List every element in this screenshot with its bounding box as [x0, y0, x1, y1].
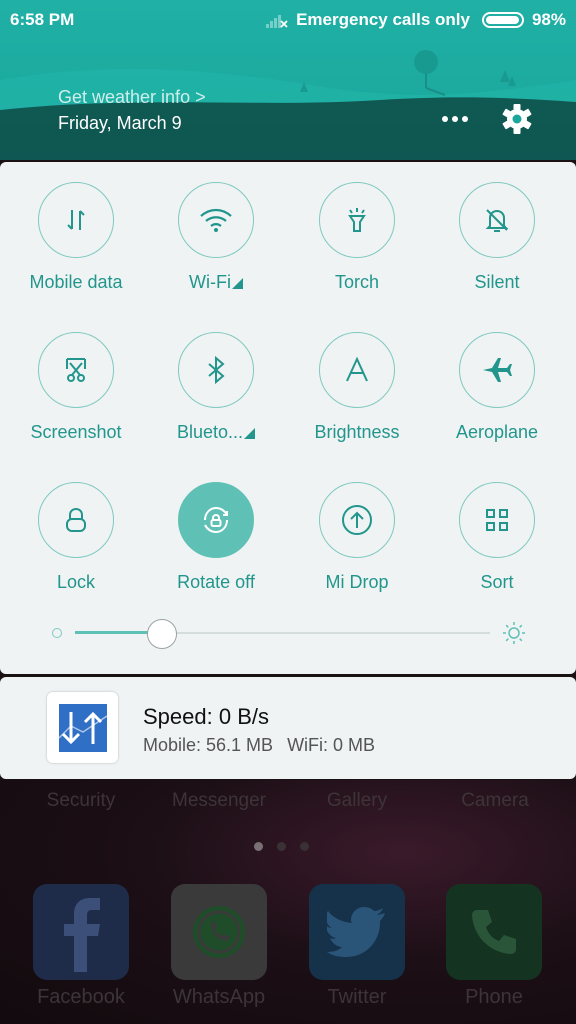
- toggle-label: Rotate off: [177, 572, 255, 592]
- slider-thumb[interactable]: [147, 619, 178, 649]
- toggle-label: Mi Drop: [325, 572, 389, 592]
- dock-app-label: Facebook: [37, 986, 125, 1008]
- toggle-label: Brightness: [314, 422, 400, 442]
- toggle-circle[interactable]: [319, 182, 395, 258]
- torch-icon: [348, 208, 366, 232]
- submenu-triangle-icon: [231, 278, 243, 289]
- toggle-circle[interactable]: [459, 182, 535, 258]
- toggle-circle[interactable]: [319, 482, 395, 558]
- more-options-icon[interactable]: [438, 108, 472, 130]
- home-app-label[interactable]: Messenger: [149, 790, 289, 812]
- bluetooth-icon: [208, 355, 225, 385]
- toggle-lock[interactable]: Lock: [6, 482, 146, 593]
- home-app-label[interactable]: Camera: [425, 790, 565, 812]
- submenu-triangle-icon: [244, 428, 256, 439]
- dock-app-label: Twitter: [327, 986, 387, 1008]
- mi-drop-upload-icon: [342, 505, 372, 535]
- status-bar: 6:58 PM Emergency calls only 98%: [0, 0, 576, 40]
- grid-sort-icon: [486, 509, 508, 531]
- dock-app-twitter[interactable]: Twitter: [307, 884, 407, 1009]
- toggle-circle[interactable]: [459, 332, 535, 408]
- weather-info-link[interactable]: Get weather info >: [58, 87, 206, 108]
- page-dot: [277, 842, 286, 851]
- settings-gear-icon[interactable]: [499, 101, 535, 137]
- toggle-circle[interactable]: [319, 332, 395, 408]
- toggle-label-wrap: Wi-Fi: [146, 272, 286, 293]
- notification-shade-header: 6:58 PM Emergency calls only 98% Get wea…: [0, 0, 576, 160]
- page-dot: [300, 842, 309, 851]
- toggle-label: Mobile data: [29, 272, 123, 292]
- quick-settings-panel: Mobile data Wi-Fi Torch Silent Screensho…: [0, 162, 576, 674]
- aeroplane-icon: [483, 358, 512, 382]
- page-indicator: [254, 842, 309, 851]
- speed-notification[interactable]: Speed: 0 B/s Mobile: 56.1 MB WiFi: 0 MB: [0, 677, 576, 779]
- toggle-label: Wi-Fi: [189, 272, 231, 292]
- notification-title: Speed: 0 B/s: [143, 704, 269, 729]
- toggle-label: Sort: [480, 572, 514, 592]
- brightness-high-icon: [503, 622, 525, 644]
- whatsapp-icon[interactable]: [171, 884, 267, 980]
- lock-icon: [66, 507, 86, 532]
- toggle-circle[interactable]: [38, 182, 114, 258]
- toggle-label-wrap: Blueto...: [146, 422, 286, 443]
- wifi-usage: WiFi: 0 MB: [287, 735, 376, 755]
- toggle-circle[interactable]: [38, 482, 114, 558]
- battery-icon: [481, 12, 524, 28]
- screenshot-scissors-icon: [66, 358, 86, 382]
- phone-icon[interactable]: [446, 884, 542, 980]
- brightness-low-icon: [52, 628, 62, 638]
- facebook-icon[interactable]: [33, 884, 129, 980]
- toggle-torch[interactable]: Torch: [287, 182, 427, 293]
- toggle-screenshot[interactable]: Screenshot: [6, 332, 146, 443]
- toggle-bluetooth[interactable]: Blueto...: [146, 332, 286, 443]
- toggle-brightness[interactable]: Brightness: [287, 332, 427, 443]
- toggle-mi-drop[interactable]: Mi Drop: [287, 482, 427, 593]
- brightness-a-icon: [346, 356, 368, 382]
- toggle-rotate[interactable]: Rotate off: [146, 482, 286, 593]
- twitter-icon[interactable]: [309, 884, 405, 980]
- speed-arrows-icon: [57, 703, 107, 752]
- notification-app-icon: [47, 692, 118, 763]
- toggle-circle-active[interactable]: [178, 482, 254, 558]
- date-text: Friday, March 9: [58, 113, 182, 133]
- toggle-label: Silent: [474, 272, 520, 292]
- rotate-lock-icon: [204, 506, 228, 534]
- toggle-label: Blueto...: [176, 422, 244, 442]
- dock-app-label: Phone: [465, 986, 523, 1008]
- toggle-label: Aeroplane: [455, 422, 539, 442]
- page-dot: [254, 842, 263, 851]
- notification-body: Mobile: 56.1 MB WiFi: 0 MB: [143, 735, 375, 756]
- toggle-silent[interactable]: Silent: [427, 182, 567, 293]
- status-indicators: Emergency calls only 98%: [266, 10, 566, 30]
- network-status-text: Emergency calls only: [296, 10, 470, 29]
- home-app-label[interactable]: Gallery: [287, 790, 427, 812]
- toggle-circle[interactable]: [178, 332, 254, 408]
- toggle-circle[interactable]: [459, 482, 535, 558]
- toggle-label: Lock: [56, 572, 96, 592]
- toggle-mobile-data[interactable]: Mobile data: [6, 182, 146, 293]
- toggle-label: Torch: [334, 272, 379, 292]
- toggle-wifi[interactable]: Wi-Fi: [146, 182, 286, 293]
- mobile-data-icon: [67, 210, 85, 230]
- dock-app-phone[interactable]: Phone: [444, 884, 544, 1009]
- brightness-slider[interactable]: [50, 618, 526, 649]
- toggle-aeroplane[interactable]: Aeroplane: [427, 332, 567, 443]
- dock-app-whatsapp[interactable]: WhatsApp: [169, 884, 269, 1009]
- home-app-label[interactable]: Security: [11, 790, 151, 812]
- dock-app-facebook[interactable]: Facebook: [31, 884, 131, 1009]
- toggle-label: Screenshot: [30, 422, 122, 442]
- wifi-icon: [200, 208, 232, 232]
- no-signal-icon: [266, 15, 288, 28]
- dock-app-label: WhatsApp: [172, 986, 266, 1008]
- silent-bell-icon: [485, 209, 509, 232]
- toggle-sort[interactable]: Sort: [427, 482, 567, 593]
- battery-percent: 98%: [531, 10, 566, 29]
- status-time: 6:58 PM: [10, 10, 75, 29]
- mobile-usage: Mobile: 56.1 MB: [143, 735, 274, 755]
- home-screen-background: Security Messenger Gallery Camera Facebo…: [0, 780, 576, 1024]
- toggle-circle[interactable]: [178, 182, 254, 258]
- toggle-circle[interactable]: [38, 332, 114, 408]
- home-app-row: Security Messenger Gallery Camera: [0, 790, 576, 814]
